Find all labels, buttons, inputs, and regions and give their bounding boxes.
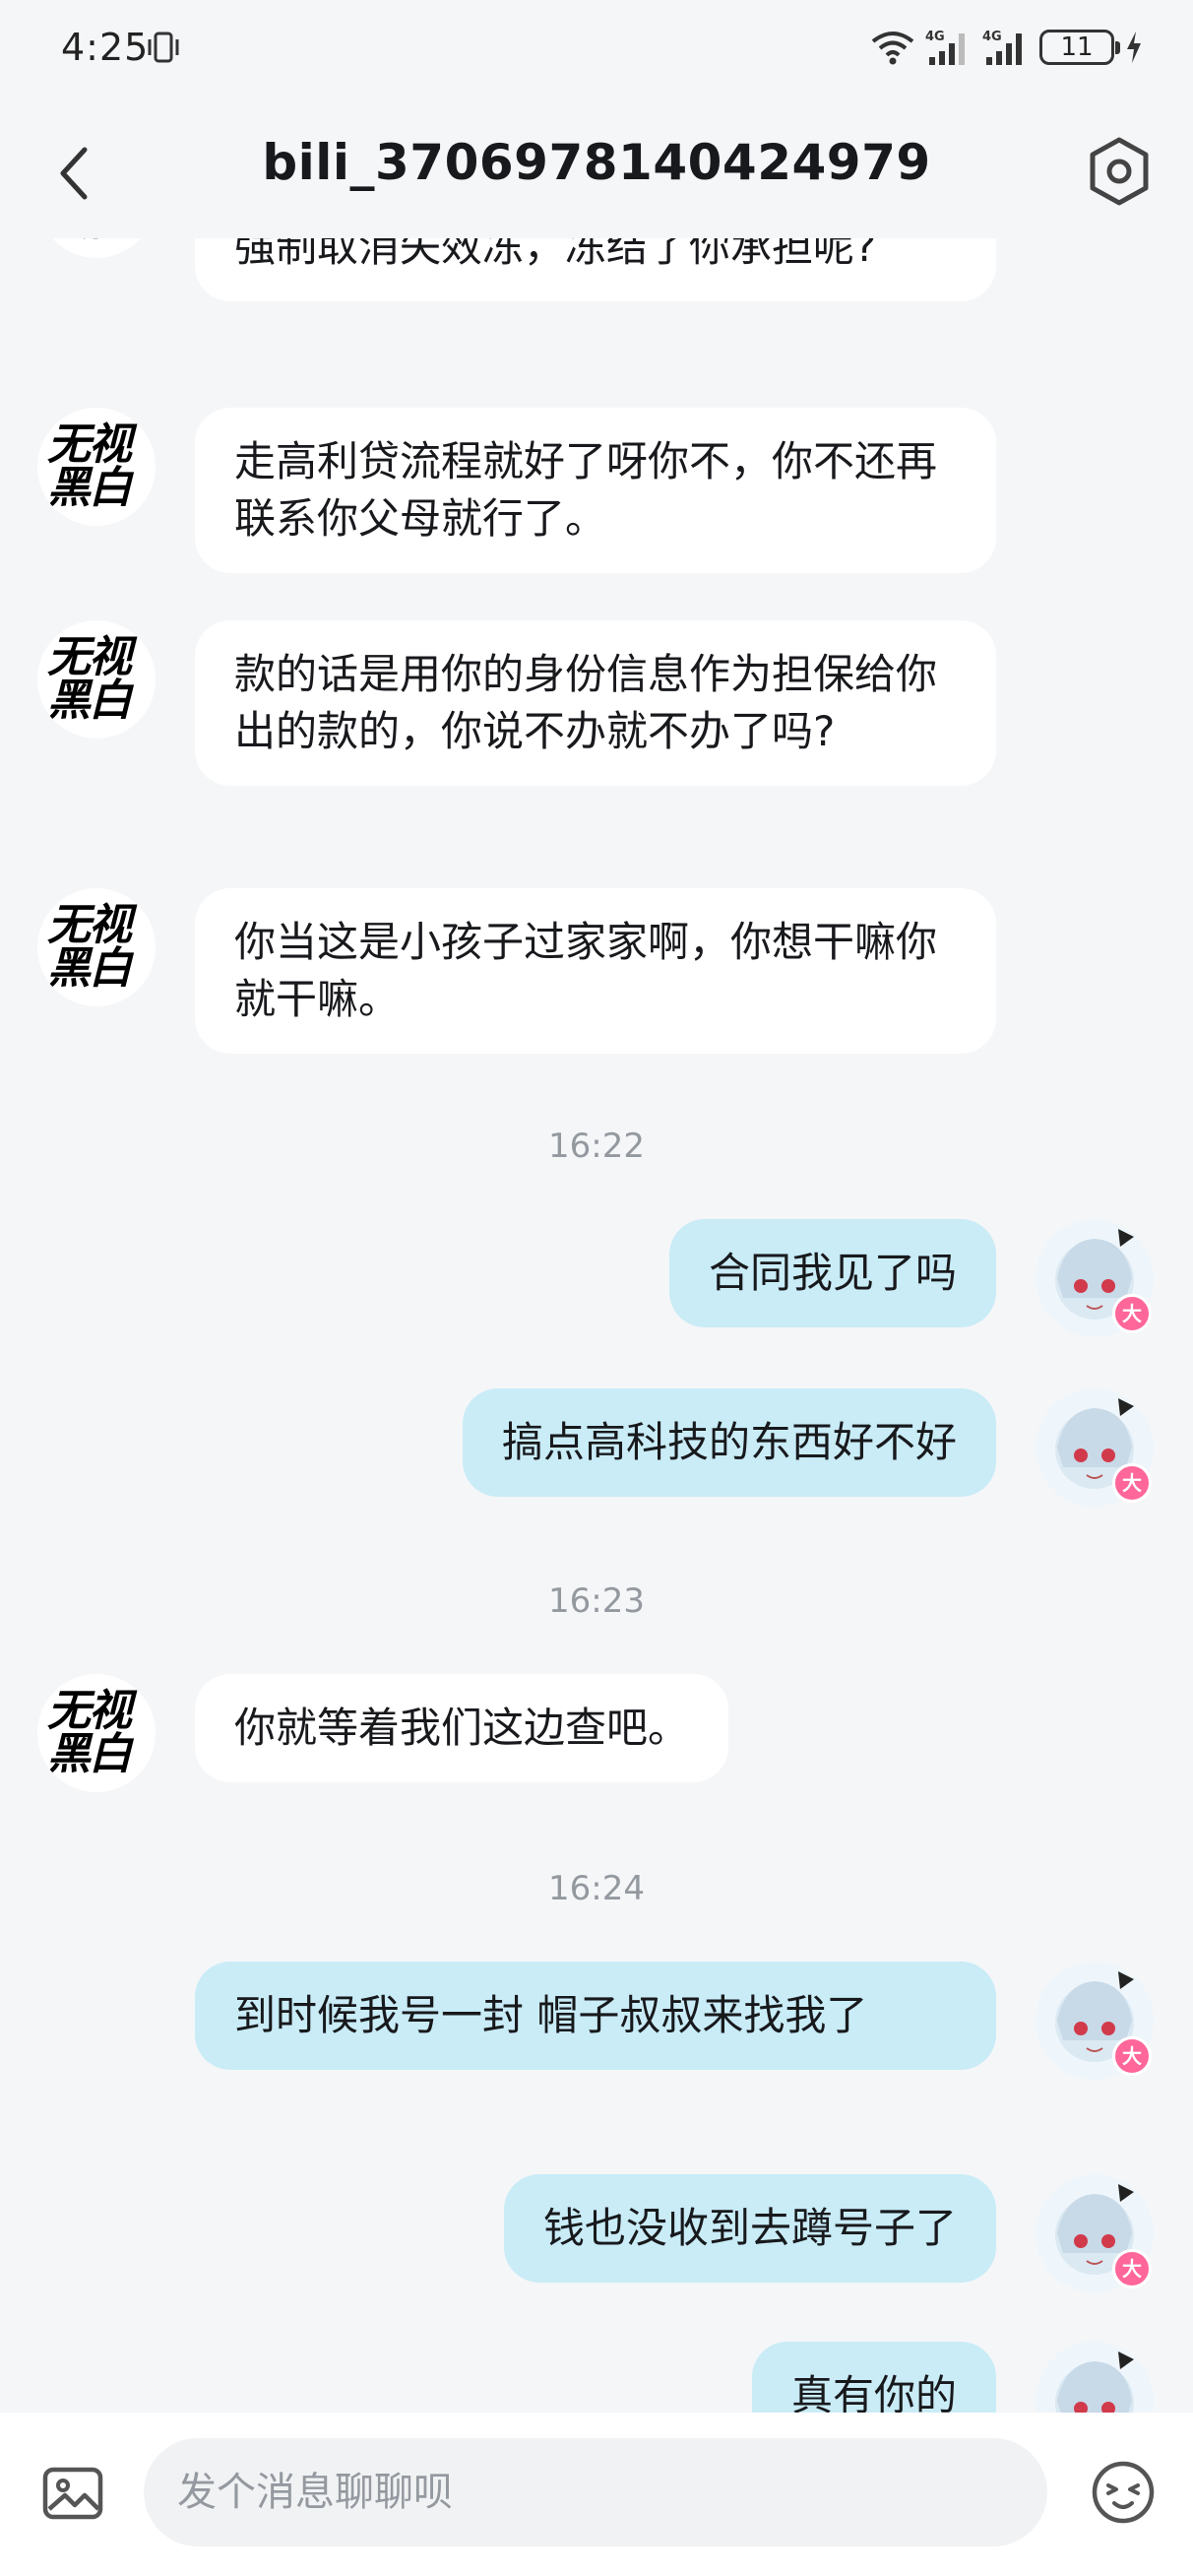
avatar-logo: 无视黑白 bbox=[47, 238, 148, 244]
message-text: 合同我见了吗 bbox=[708, 1249, 957, 1297]
emoji-icon[interactable] bbox=[1091, 2460, 1156, 2525]
timestamp: 16:22 bbox=[548, 1127, 645, 1166]
contact-avatar[interactable]: 无视黑白 bbox=[37, 620, 156, 739]
signal-label-1: 4G bbox=[925, 30, 945, 44]
signal-icon: 4G bbox=[925, 30, 965, 65]
message-input-bar bbox=[0, 2413, 1193, 2576]
vip-badge: 大 bbox=[1112, 1294, 1152, 1333]
timestamp: 16:23 bbox=[548, 1581, 645, 1621]
contact-avatar[interactable]: 无视黑白 bbox=[37, 238, 156, 258]
status-icons: 4G 4G 11 bbox=[870, 28, 1144, 67]
chat-message-list[interactable]: 无视黑白 强制取消失效冻，冻结了你承担呢? 无视黑白 走高利贷流程就好了呀你不，… bbox=[0, 238, 1193, 2413]
message-text: 你就等着我们这边查吧。 bbox=[234, 1704, 690, 1752]
contact-avatar[interactable]: 无视黑白 bbox=[37, 888, 156, 1006]
message-bubble-outgoing[interactable]: 真有你的 bbox=[751, 2342, 996, 2413]
message-input[interactable] bbox=[144, 2438, 1047, 2546]
page-title: bili_3706978140424979 bbox=[262, 134, 931, 191]
message-bubble-incoming[interactable]: 走高利贷流程就好了呀你不，你不还再联系你父母就行了。 bbox=[195, 408, 996, 573]
user-avatar[interactable] bbox=[1036, 2342, 1154, 2413]
message-text: 走高利贷流程就好了呀你不，你不还再联系你父母就行了。 bbox=[234, 437, 938, 543]
avatar-logo: 无视黑白 bbox=[47, 419, 132, 513]
status-time: 4:25 bbox=[61, 26, 150, 69]
message-bubble-outgoing[interactable]: 合同我见了吗 bbox=[668, 1219, 996, 1327]
battery-indicator: 11 bbox=[1039, 30, 1120, 65]
message-text: 到时候我号一封 帽子叔叔来找我了 bbox=[234, 1991, 868, 2039]
signal-label-2: 4G bbox=[982, 30, 1002, 44]
status-bar: 4:25 4G 4G 11 bbox=[0, 0, 1193, 98]
signal-icon-2: 4G bbox=[982, 30, 1022, 65]
anime-avatar-image bbox=[1055, 2351, 1134, 2413]
message-bubble-incoming[interactable]: 你就等着我们这边查吧。 bbox=[195, 1674, 729, 1782]
contact-avatar[interactable]: 无视黑白 bbox=[37, 408, 156, 526]
wifi-icon bbox=[871, 32, 914, 65]
message-bubble-outgoing[interactable]: 钱也没收到去蹲号子了 bbox=[503, 2174, 996, 2283]
message-bubble-outgoing[interactable]: 到时候我号一封 帽子叔叔来找我了 bbox=[195, 1962, 996, 2070]
avatar-logo: 无视黑白 bbox=[47, 900, 132, 994]
image-icon[interactable] bbox=[41, 2462, 104, 2525]
contact-avatar[interactable]: 无视黑白 bbox=[37, 1674, 156, 1792]
message-text: 强制取消失效冻，冻结了你承担呢? bbox=[234, 238, 877, 271]
message-text: 你当这是小孩子过家家啊，你想干嘛你就干嘛。 bbox=[234, 918, 938, 1023]
avatar-logo: 无视黑白 bbox=[47, 632, 132, 726]
vibrate-icon bbox=[148, 32, 179, 63]
message-bubble-incoming[interactable]: 强制取消失效冻，冻结了你承担呢? bbox=[195, 238, 996, 301]
charging-icon bbox=[1127, 32, 1141, 63]
message-text: 真有你的 bbox=[790, 2371, 957, 2413]
message-text: 搞点高科技的东西好不好 bbox=[501, 1418, 957, 1466]
chat-header: bili_3706978140424979 bbox=[0, 98, 1193, 238]
message-bubble-incoming[interactable]: 款的话是用你的身份信息作为担保给你出的款的，你说不办就不办了吗? bbox=[195, 620, 996, 786]
message-bubble-outgoing[interactable]: 搞点高科技的东西好不好 bbox=[462, 1388, 996, 1497]
message-bubble-incoming[interactable]: 你当这是小孩子过家家啊，你想干嘛你就干嘛。 bbox=[195, 888, 996, 1054]
vip-badge: 大 bbox=[1112, 2249, 1152, 2288]
message-text: 钱也没收到去蹲号子了 bbox=[542, 2204, 957, 2252]
message-text: 款的话是用你的身份信息作为担保给你出的款的，你说不办就不办了吗? bbox=[234, 650, 938, 755]
timestamp: 16:24 bbox=[548, 1869, 645, 1908]
vip-badge: 大 bbox=[1112, 1463, 1152, 1503]
vip-badge: 大 bbox=[1112, 2036, 1152, 2076]
avatar-logo: 无视黑白 bbox=[47, 1686, 132, 1779]
hexagon-gear-icon[interactable] bbox=[1087, 136, 1152, 207]
